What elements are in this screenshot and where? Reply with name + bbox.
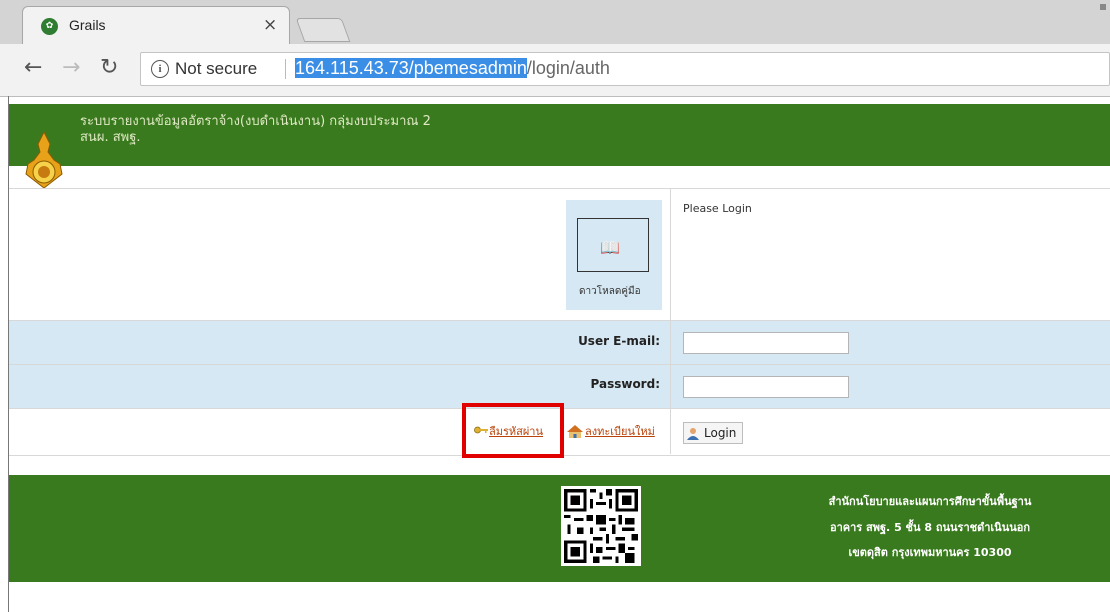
site-title-line1: ระบบรายงานข้อมูลอัตราจ้าง(งบดำเนินงาน) ก… <box>80 114 431 129</box>
footer-city: เขตดุสิต กรุงเทพมหานคร 10300 <box>848 546 1012 559</box>
column-divider <box>670 188 671 454</box>
url-path: /login/auth <box>526 58 610 78</box>
emblem-logo-icon <box>25 130 63 189</box>
highlight-box <box>462 403 564 458</box>
password-field[interactable] <box>683 376 849 398</box>
reload-icon[interactable]: ↻ <box>100 56 118 80</box>
address-bar[interactable]: i Not secure 164.115.43.73/pbemesadmin/l… <box>140 52 1110 86</box>
email-label: User E-mail: <box>578 334 660 348</box>
please-login-text: Please Login <box>683 202 752 215</box>
site-title: ระบบรายงานข้อมูลอัตราจ้าง(งบดำเนินงาน) ก… <box>80 114 431 146</box>
book-icon: 📖 <box>600 238 620 257</box>
forward-arrow-icon[interactable]: → <box>62 56 80 80</box>
footer-org-name: สำนักนโยบายและแผนการศึกษาขั้นพื้นฐาน <box>828 495 1032 508</box>
omnibox-divider <box>285 59 286 79</box>
email-field[interactable] <box>683 332 849 354</box>
grails-favicon-icon: ✿ <box>41 18 58 35</box>
row-divider <box>9 320 1110 321</box>
info-icon[interactable]: i <box>151 60 169 78</box>
tab-title: Grails <box>69 17 106 33</box>
url-text[interactable]: 164.115.43.73/pbemesadmin/login/auth <box>295 58 610 79</box>
register-link[interactable]: ลงทะเบียนใหม่ <box>585 422 655 440</box>
tab-close-button[interactable]: × <box>263 15 277 35</box>
browser-tab[interactable]: ✿ Grails × <box>22 6 290 44</box>
footer-address: อาคาร สพฐ. 5 ชั้น 8 ถนนราชดำเนินนอก <box>829 521 1031 534</box>
new-tab-button[interactable] <box>295 18 351 42</box>
login-button-label: Login <box>704 426 737 440</box>
manual-download-label[interactable]: ดาวโหลดคู่มือ <box>579 284 641 299</box>
site-title-line2: สนผ. สพฐ. <box>80 130 141 145</box>
security-label[interactable]: Not secure <box>175 59 257 79</box>
user-icon <box>687 428 699 440</box>
home-icon <box>567 425 583 438</box>
login-button[interactable]: Login <box>683 422 743 444</box>
window-corner-marker <box>1100 4 1106 10</box>
password-label: Password: <box>590 377 661 391</box>
url-selected-part: 164.115.43.73/pbemesadmin <box>295 58 527 78</box>
browser-toolbar: ← → ↻ i Not secure 164.115.43.73/pbemesa… <box>0 44 1110 97</box>
back-arrow-icon[interactable]: ← <box>24 56 42 80</box>
qr-code-icon <box>561 486 641 566</box>
row-divider <box>9 364 1110 365</box>
